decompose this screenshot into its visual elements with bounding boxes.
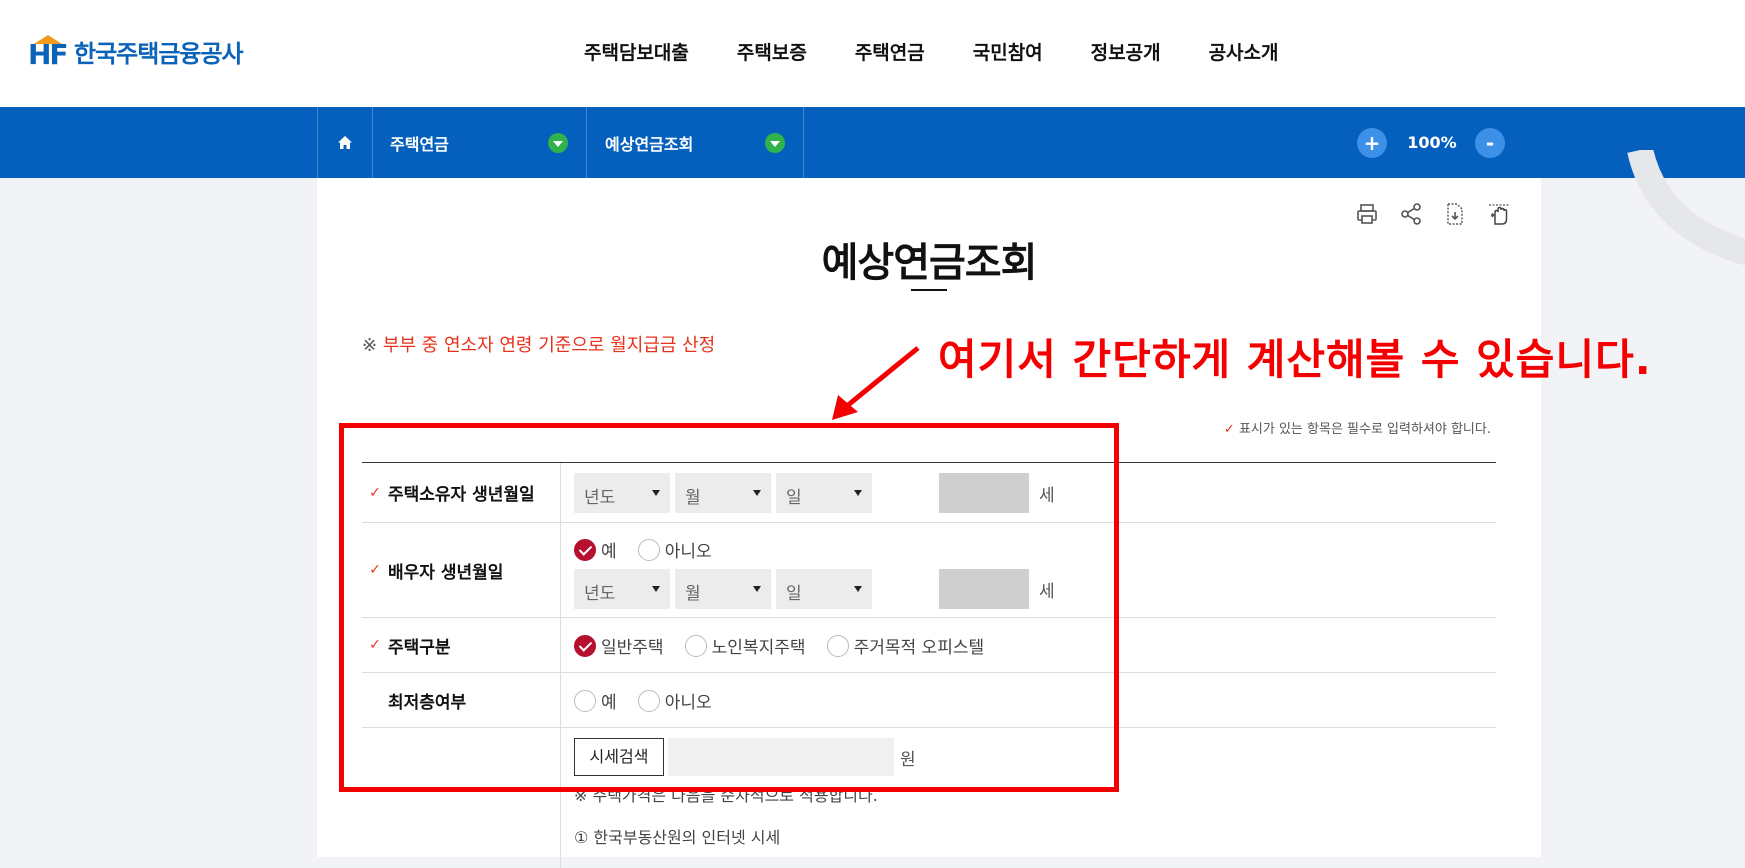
chevron-down-icon [548,133,568,153]
annotation-text: 여기서 간단하게 계산해볼 수 있습니다. [938,335,1652,384]
nav-item-mortgage[interactable]: 주택담보대출 [584,38,689,65]
price-source-item: ① 한국부동산원의 인터넷 시세 [574,828,781,847]
location-dropdown-2[interactable]: 예상연금조회 [587,107,804,178]
page-title: 예상연금조회 [821,240,1038,286]
hf-logo-icon: HF [28,34,69,69]
required-note: ✓ 표시가 있는 항목은 필수로 입력하셔야 합니다. [1224,418,1491,437]
location-bar: 주택연금 예상연금조회 + 100% - [0,107,1745,178]
annotation-highlight-box [339,423,1119,792]
required-note-text: 표시가 있는 항목은 필수로 입력하셔야 합니다. [1238,422,1491,437]
site-logo[interactable]: HF 한국주택금융공사 [28,34,244,69]
utility-toolbar [1335,202,1511,226]
annotation-arrow-icon [832,346,920,420]
location-dropdown-2-label: 예상연금조회 [605,134,694,154]
site-header: HF 한국주택금융공사 주택담보대출 주택보증 주택연금 국민참여 정보공개 공… [0,0,1745,107]
logo-text: 한국주택금융공사 [74,40,244,68]
zoom-in-button[interactable]: + [1357,128,1387,158]
nav-item-disclosure[interactable]: 정보공개 [1091,38,1161,65]
nav-item-about[interactable]: 공사소개 [1209,38,1279,65]
notice-message: 부부 중 연소자 연령 기준으로 월지급금 산정 [382,335,716,356]
background-decoration [1627,150,1745,266]
nav-item-participation[interactable]: 국민참여 [973,38,1043,65]
notice-mark: ※ [362,335,378,356]
location-dropdown-1[interactable]: 주택연금 [372,107,587,178]
zoom-out-button[interactable]: - [1475,128,1505,158]
print-icon[interactable] [1355,202,1379,226]
location-dropdown-1-label: 주택연금 [390,134,449,154]
home-button[interactable] [317,107,373,178]
check-icon: ✓ [1223,422,1235,437]
hand-touch-icon[interactable] [1487,202,1511,226]
chevron-down-icon [765,133,785,153]
home-icon [338,136,352,149]
zoom-level: 100% [1407,133,1457,152]
share-icon[interactable] [1399,202,1423,226]
nav-item-pension[interactable]: 주택연금 [855,38,925,65]
notice-text: ※ 부부 중 연소자 연령 기준으로 월지급금 산정 [362,331,715,357]
title-underline [911,289,947,291]
nav-item-guarantee[interactable]: 주택보증 [737,38,807,65]
main-nav: 주택담보대출 주택보증 주택연금 국민참여 정보공개 공사소개 [584,38,1327,65]
document-download-icon[interactable] [1443,202,1467,226]
